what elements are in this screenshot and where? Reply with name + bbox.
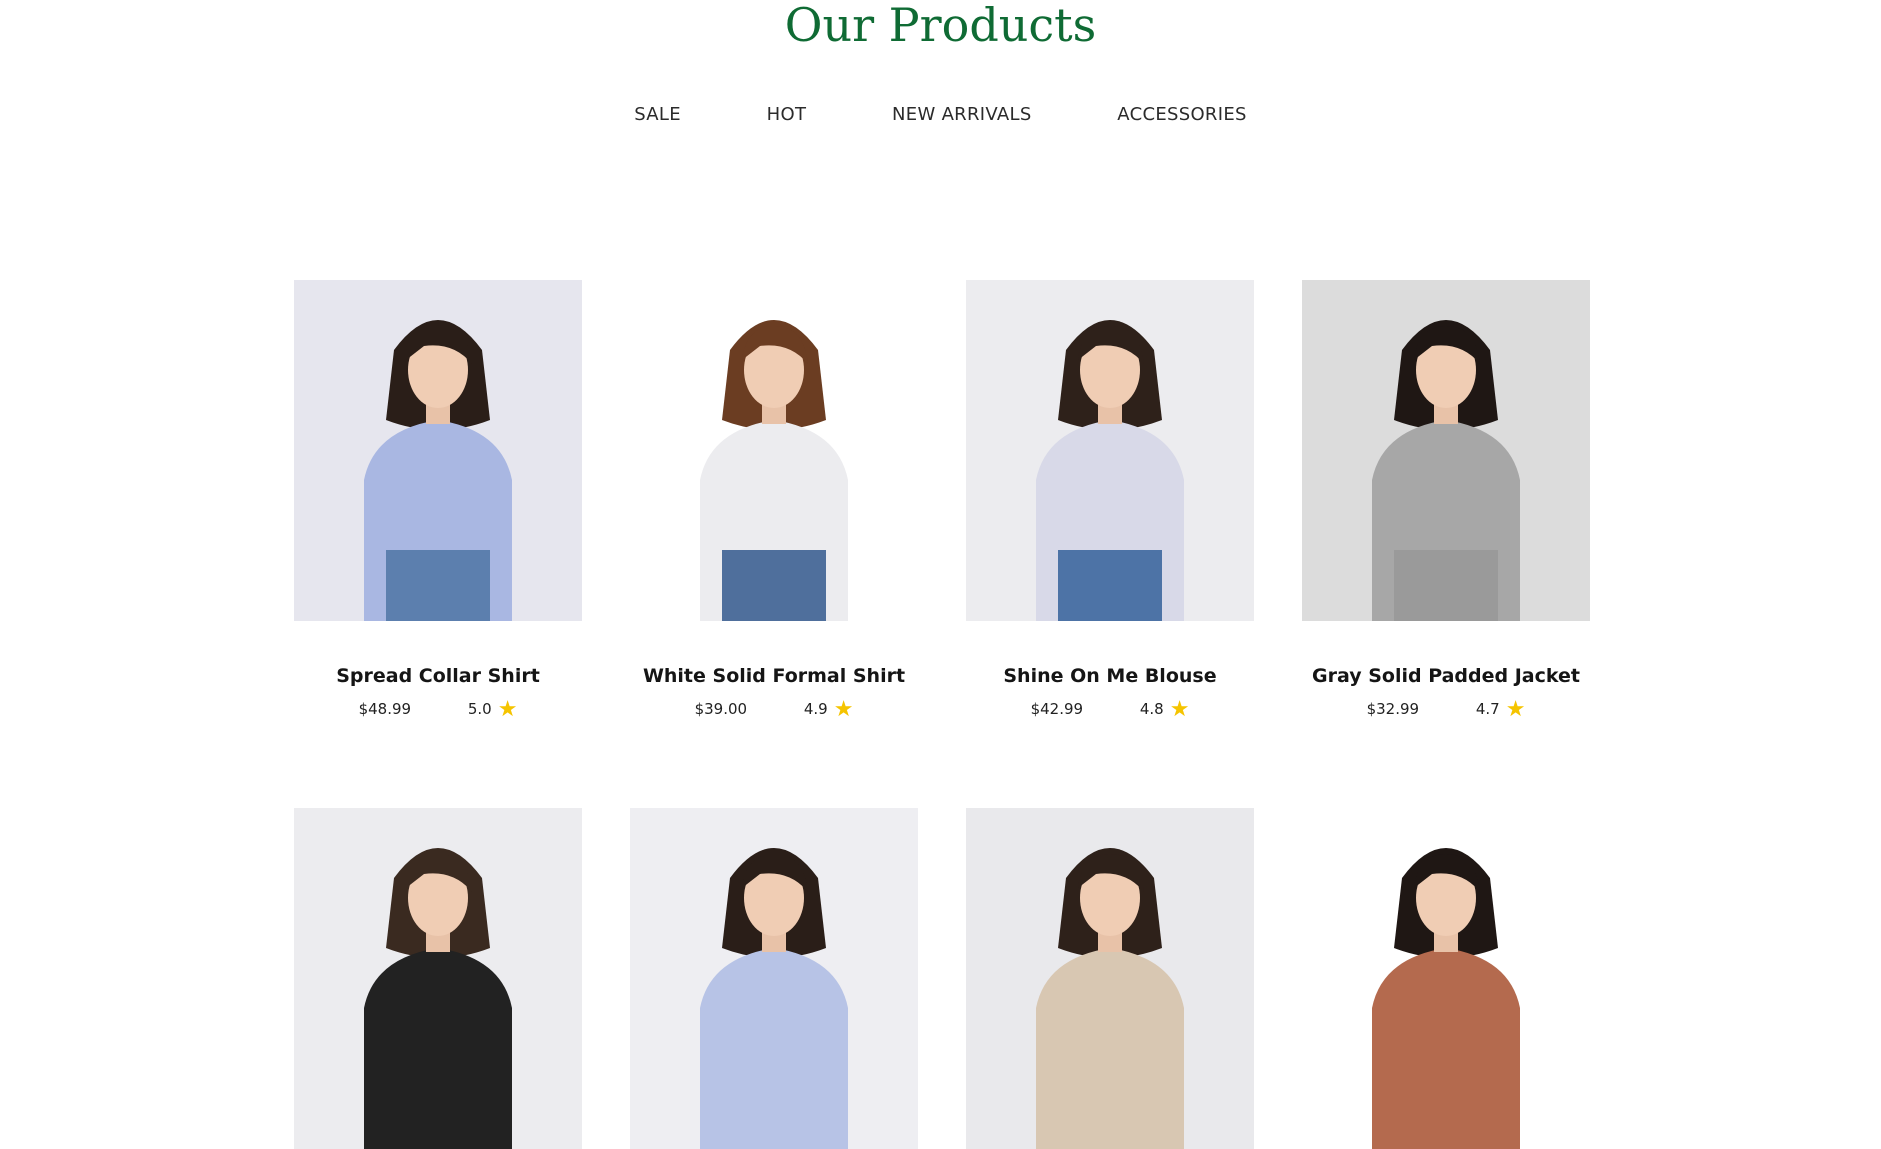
star-icon: ★ [1505,697,1526,722]
product-rating: 4.7 [1475,700,1500,718]
product-meta: $48.99 5.0 ★ [294,697,582,722]
tab-hot[interactable]: HOT [767,104,807,125]
product-photo [294,808,582,1149]
product-price: $48.99 [358,700,412,718]
product-photo [1302,808,1590,1149]
product-price: $42.99 [1030,700,1084,718]
product-image[interactable] [1302,280,1590,621]
product-image[interactable] [294,808,582,1149]
tab-accessories[interactable]: ACCESSORIES [1117,104,1246,125]
product-photo [1302,280,1590,621]
product-card[interactable] [294,808,582,1149]
product-name[interactable]: Shine On Me Blouse [966,665,1254,687]
product-image[interactable] [966,808,1254,1149]
product-name[interactable]: Spread Collar Shirt [294,665,582,687]
product-rating: 4.8 [1139,700,1164,718]
product-card[interactable]: Gray Solid Padded Jacket $32.99 4.7 ★ [1302,280,1590,722]
product-card[interactable] [966,808,1254,1149]
product-card[interactable]: Spread Collar Shirt $48.99 5.0 ★ [294,280,582,722]
product-photo [630,280,918,621]
product-rating: 4.9 [803,700,828,718]
product-name[interactable]: White Solid Formal Shirt [630,665,918,687]
product-card[interactable]: Shine On Me Blouse $42.99 4.8 ★ [966,280,1254,722]
product-meta: $32.99 4.7 ★ [1302,697,1590,722]
product-price: $39.00 [694,700,748,718]
product-image[interactable] [630,280,918,621]
product-meta: $39.00 4.9 ★ [630,697,918,722]
product-image[interactable] [1302,808,1590,1149]
star-icon: ★ [833,697,854,722]
category-tabs: SALE HOT NEW ARRIVALS ACCESSORIES [0,104,1881,125]
page-title: Our Products [784,0,1097,52]
product-image[interactable] [966,280,1254,621]
star-icon: ★ [1169,697,1190,722]
product-photo [294,280,582,621]
tab-sale[interactable]: SALE [634,104,681,125]
product-card[interactable] [1302,808,1590,1149]
product-photo [966,808,1254,1149]
product-card[interactable]: White Solid Formal Shirt $39.00 4.9 ★ [630,280,918,722]
product-rating: 5.0 [467,700,492,718]
product-card[interactable] [630,808,918,1149]
product-image[interactable] [630,808,918,1149]
tab-new-arrivals[interactable]: NEW ARRIVALS [892,104,1032,125]
product-meta: $42.99 4.8 ★ [966,697,1254,722]
product-name[interactable]: Gray Solid Padded Jacket [1302,665,1590,687]
product-photo [966,280,1254,621]
star-icon: ★ [497,697,518,722]
product-image[interactable] [294,280,582,621]
product-price: $32.99 [1366,700,1420,718]
product-photo [630,808,918,1149]
